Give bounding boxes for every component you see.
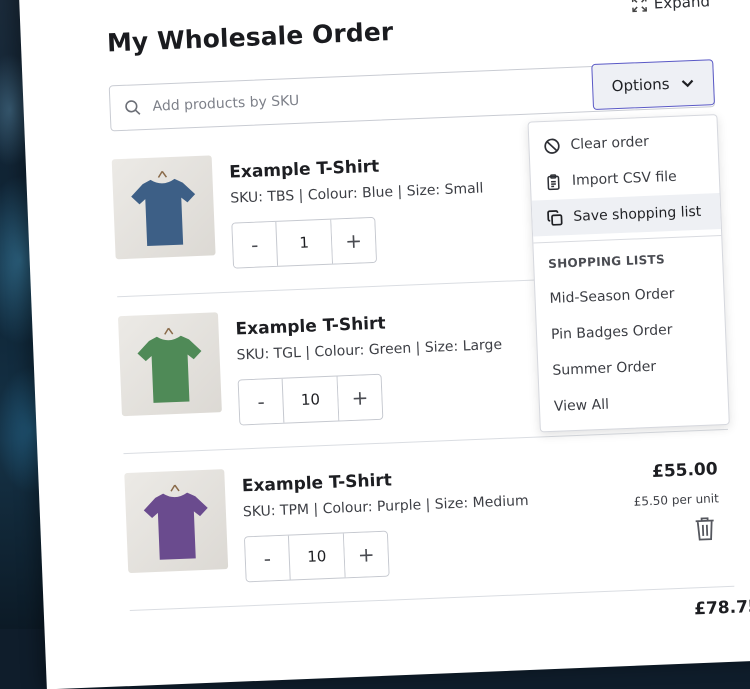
expand-button[interactable]: Expand xyxy=(631,0,711,13)
ban-icon xyxy=(544,138,560,154)
line-total: £55.00 xyxy=(651,459,719,482)
order-panel: Expand My Wholesale Order Options Clear … xyxy=(18,0,750,689)
expand-icon xyxy=(631,0,647,12)
search-icon xyxy=(124,99,141,116)
menu-item-save-shopping-list[interactable]: Save shopping list xyxy=(531,193,721,237)
options-menu: Clear order Import CSV file Save shoppin… xyxy=(527,114,730,433)
chevron-down-icon xyxy=(682,79,694,87)
list-item: Example T-Shirt SKU: TPM | Colour: Purpl… xyxy=(124,449,735,623)
quantity-stepper: - 10 + xyxy=(243,530,390,583)
quantity-stepper: - 10 + xyxy=(237,373,384,426)
product-image xyxy=(124,469,229,574)
page-title: My Wholesale Order xyxy=(106,17,394,58)
product-meta: SKU: TBS | Colour: Blue | Size: Small xyxy=(230,180,484,207)
product-name: Example T-Shirt xyxy=(241,470,393,497)
quantity-stepper: - 1 + xyxy=(231,216,378,269)
increase-button[interactable]: + xyxy=(331,217,377,264)
tshirt-icon xyxy=(131,178,196,247)
product-meta: SKU: TGL | Colour: Green | Size: Large xyxy=(236,336,503,364)
menu-item-label: Import CSV file xyxy=(571,168,678,189)
menu-divider xyxy=(533,234,722,244)
tshirt-icon xyxy=(137,335,202,403)
increase-button[interactable]: + xyxy=(337,374,383,421)
product-meta: SKU: TPM | Colour: Purple | Size: Medium xyxy=(242,492,529,521)
trash-icon xyxy=(695,517,714,541)
decrease-button[interactable]: - xyxy=(244,535,290,582)
menu-item-label: Clear order xyxy=(570,133,650,153)
tshirt-icon xyxy=(143,492,208,560)
increase-button[interactable]: + xyxy=(343,531,389,578)
quantity-value[interactable]: 10 xyxy=(287,533,346,580)
clipboard-icon xyxy=(547,173,560,190)
product-image xyxy=(117,312,222,417)
quantity-value[interactable]: 1 xyxy=(275,219,334,266)
expand-label: Expand xyxy=(653,0,711,13)
decrease-button[interactable]: - xyxy=(238,378,284,425)
product-image xyxy=(111,155,216,260)
search-input[interactable] xyxy=(150,80,575,116)
product-name: Example T-Shirt xyxy=(228,156,380,183)
product-name: Example T-Shirt xyxy=(235,313,386,340)
line-total: £78.75 xyxy=(693,596,750,620)
delete-button[interactable] xyxy=(693,515,716,546)
quantity-value[interactable]: 10 xyxy=(281,376,340,423)
unit-price: £5.50 per unit xyxy=(633,491,720,509)
shopping-list-view-all[interactable]: View All xyxy=(539,382,728,426)
menu-item-label: Save shopping list xyxy=(573,203,702,225)
options-button[interactable]: Options xyxy=(591,59,715,111)
options-label: Options xyxy=(611,74,670,96)
copy-icon xyxy=(547,209,563,226)
decrease-button[interactable]: - xyxy=(232,221,278,268)
